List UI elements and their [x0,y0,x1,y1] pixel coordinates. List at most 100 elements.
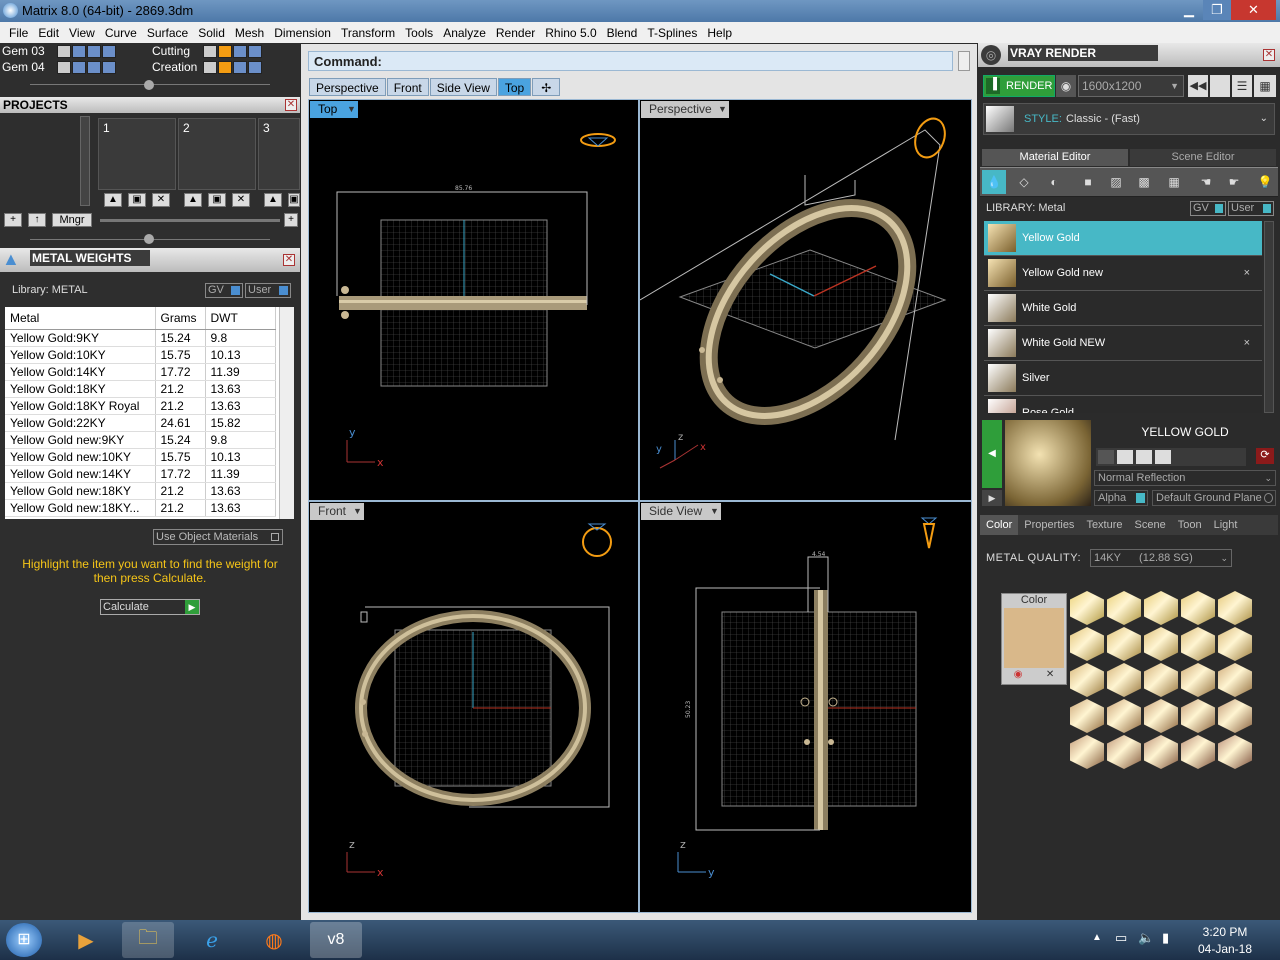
add-project-button[interactable]: + [4,213,22,227]
metal-preset-swatch[interactable] [1181,699,1215,733]
table-row[interactable]: Yellow Gold:18KY Royal 21.2 13.63 [5,397,276,415]
internet-explorer-icon[interactable]: ℯ [186,922,238,958]
delete-icon[interactable]: ✕ [152,193,170,207]
lock-icon[interactable] [72,44,86,58]
metal-preset-swatch[interactable] [1181,591,1215,625]
metal-preset-swatch[interactable] [1070,591,1104,625]
zoom-in-button[interactable]: + [284,213,298,227]
save-icon[interactable] [1098,450,1114,464]
table-row[interactable]: Yellow Gold new:14KY 17.72 11.39 [5,465,276,483]
menu-edit[interactable]: Edit [33,26,64,40]
apply-icon[interactable] [1155,450,1171,464]
library-item[interactable]: White Gold [984,291,1262,326]
projects-scrollbar[interactable] [80,116,90,206]
user-toggle[interactable]: User [245,283,291,298]
menu-transform[interactable]: Transform [336,26,400,40]
ground-plane-select[interactable]: Default Ground Plane [1152,490,1276,506]
library-item[interactable]: White Gold NEW × [984,326,1262,361]
clock-date[interactable]: 04-Jan-18 [1192,942,1258,956]
frame-buffer-icon[interactable] [1210,75,1230,97]
command-bar[interactable]: Command: [308,51,953,71]
minimize-button[interactable]: ▁ [1175,0,1203,20]
camera-icon[interactable]: ◉ [1056,75,1076,97]
checkbox-icon[interactable] [271,533,279,541]
table-row[interactable]: Yellow Gold new:18KY... 21.2 13.63 [5,499,276,517]
metal-preset-swatch[interactable] [1218,627,1252,661]
tab-front[interactable]: Front [386,78,429,96]
arrow-icon[interactable] [203,60,217,74]
metal-preset-swatch[interactable] [1070,735,1104,769]
table-row[interactable]: Yellow Gold new:10KY 15.75 10.13 [5,448,276,466]
menu-view[interactable]: View [64,26,100,40]
close-button[interactable]: ✕ [1231,0,1276,20]
command-scroll[interactable] [958,51,970,71]
export-icon[interactable]: ☛ [1222,170,1246,194]
table-row[interactable]: Yellow Gold:18KY 21.2 13.63 [5,380,276,398]
tab-scene[interactable]: Scene [1129,515,1172,535]
copy-icon[interactable] [1117,450,1133,464]
tab-perspective[interactable]: Perspective [309,78,386,96]
column-header[interactable]: Grams [155,307,206,330]
library-item[interactable]: Yellow Gold [984,221,1262,256]
table-row[interactable]: Yellow Gold new:9KY 15.24 9.8 [5,431,276,449]
firefox-icon[interactable]: ◍ [248,922,300,958]
library-scrollbar[interactable] [1264,221,1274,413]
table-row[interactable]: Yellow Gold new:18KY 21.2 13.63 [5,482,276,500]
project-slot[interactable]: 3 [258,118,300,190]
clock-time[interactable]: 3:20 PM [1195,925,1255,939]
remove-icon[interactable]: × [1244,267,1250,279]
column-header[interactable]: DWT [205,307,276,330]
close-icon[interactable]: ✕ [283,254,295,266]
up-button[interactable]: ↑ [28,213,46,227]
tab-light[interactable]: Light [1208,515,1244,535]
metal-preset-swatch[interactable] [1070,663,1104,697]
lock-icon[interactable] [72,60,86,74]
metal-preset-swatch[interactable] [1144,735,1178,769]
maximize-button[interactable]: ❐ [1203,0,1231,20]
column-header[interactable]: Metal [5,307,156,330]
save-icon[interactable]: ▣ [288,193,300,207]
square-icon[interactable]: ■ [1076,170,1100,194]
tab-material-editor[interactable]: Material Editor [982,149,1128,166]
clear-icon[interactable]: ✕ [1046,669,1054,680]
visibility-icon[interactable] [248,60,262,74]
menu-dimension[interactable]: Dimension [269,26,336,40]
render-button[interactable]: ▐ RENDER [983,75,1055,97]
collapse-handle[interactable] [144,80,154,90]
project-slot[interactable]: 2 [178,118,256,190]
library-item[interactable]: Silver [984,361,1262,396]
start-button[interactable]: ⊞ [6,923,42,957]
arrow-icon[interactable] [57,60,71,74]
table-row[interactable]: Yellow Gold:10KY 15.75 10.13 [5,346,276,364]
checker-icon[interactable]: ▦ [1162,170,1186,194]
list-icon[interactable]: ☰ [1232,75,1252,97]
metal-preset-swatch[interactable] [1107,591,1141,625]
viewport-perspective[interactable]: Perspective ▼ z y x [639,99,972,501]
metal-quality-select[interactable]: 14KY (12.88 SG) ⌄ [1090,549,1232,567]
sphere-icon[interactable]: ◐ [1042,170,1066,194]
save-icon[interactable]: ▣ [128,193,146,207]
tab-properties[interactable]: Properties [1018,515,1080,535]
color-icon[interactable] [218,44,232,58]
viewport-top[interactable]: Top ▼ 85.76 y x [308,99,639,501]
table-row[interactable]: Yellow Gold:22KY 24.61 15.82 [5,414,276,432]
menu-tools[interactable]: Tools [400,26,438,40]
gv-toggle[interactable]: GV [205,283,243,298]
color-picker-icon[interactable]: ◉ [1014,669,1023,680]
metal-preset-swatch[interactable] [1218,699,1252,733]
gem-row[interactable]: Gem 03 [2,43,150,59]
metal-preset-swatch[interactable] [1144,591,1178,625]
visibility-icon[interactable] [102,60,116,74]
library-item[interactable]: Rose Gold [984,396,1262,413]
menu-rhino[interactable]: Rhino 5.0 [540,26,601,40]
collapse-handle[interactable] [144,234,154,244]
reflection-select[interactable]: Normal Reflection ⌄ [1094,470,1276,486]
lock-icon[interactable] [233,60,247,74]
add-view-icon[interactable]: ✢ [532,78,561,96]
user-toggle[interactable]: User [1228,201,1274,216]
menu-surface[interactable]: Surface [142,26,193,40]
lock-icon[interactable] [87,44,101,58]
tab-color[interactable]: Color [980,515,1019,535]
gem-icon[interactable]: ◇ [1012,170,1036,194]
refresh-icon[interactable]: ⟳ [1256,448,1274,464]
